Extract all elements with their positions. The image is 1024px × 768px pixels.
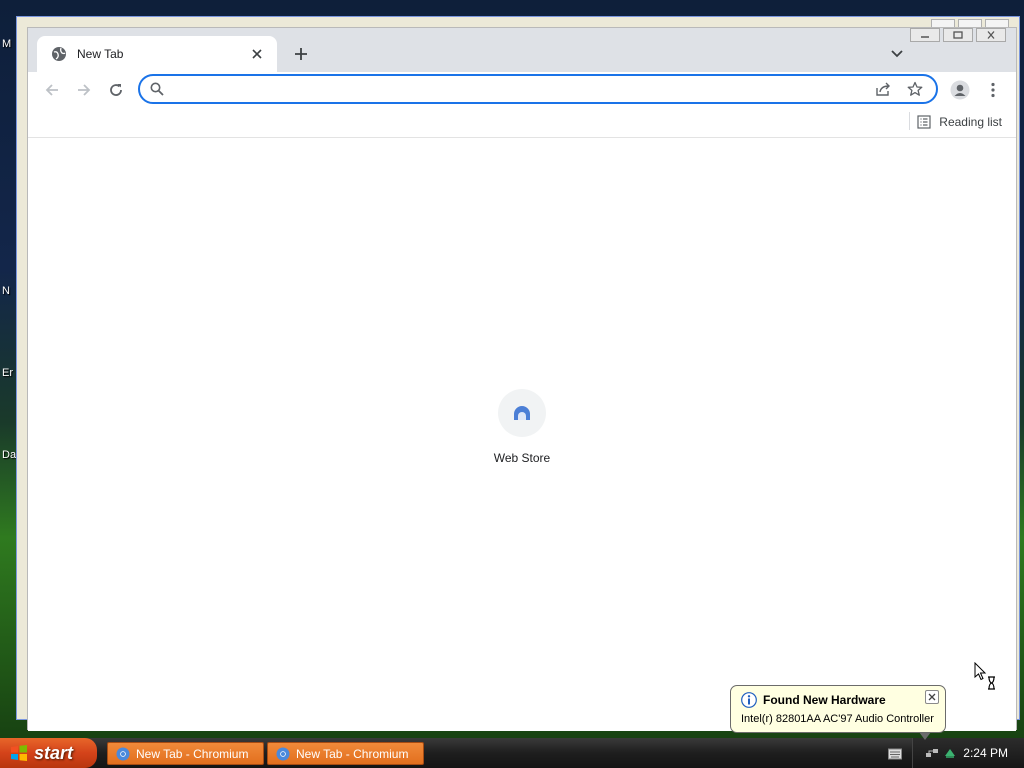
keyboard-icon[interactable] [888, 748, 902, 760]
reload-icon [108, 82, 124, 98]
notification-close-button[interactable] [925, 690, 939, 704]
arrow-right-icon [76, 82, 92, 98]
busy-cursor-icon [974, 661, 996, 690]
new-tab-button[interactable] [290, 43, 312, 65]
close-icon[interactable] [249, 46, 265, 62]
start-button[interactable]: start [0, 738, 97, 768]
shortcut-label: Web Store [493, 451, 551, 465]
new-tab-page: Web Store [28, 139, 1016, 731]
notification-message: Intel(r) 82801AA AC'97 Audio Controller [741, 713, 934, 725]
close-icon [986, 31, 996, 39]
start-label: start [34, 742, 74, 763]
taskbar: start New Tab - Chromium New Tab - Chrom… [0, 738, 1024, 768]
address-input[interactable] [172, 78, 862, 100]
window-controls [910, 28, 1006, 42]
taskbar-button-label: New Tab - Chromium [296, 746, 409, 761]
web-store-icon [512, 405, 532, 421]
address-bar[interactable] [138, 74, 938, 104]
info-icon [741, 692, 757, 708]
bookmark-bar: Reading list [28, 108, 1016, 138]
browser-toolbar [28, 72, 1016, 108]
taskbar-button-chromium[interactable]: New Tab - Chromium [267, 742, 424, 765]
tab-strip: New Tab [28, 28, 1016, 72]
profile-button[interactable] [948, 78, 972, 102]
minimize-button[interactable] [910, 28, 940, 42]
tab-title: New Tab [77, 47, 124, 61]
notification-title: Found New Hardware [763, 693, 886, 707]
clock: 2:24 PM [963, 746, 1008, 760]
reading-list-button[interactable]: Reading list [917, 111, 1002, 133]
back-button[interactable] [40, 78, 64, 102]
restore-icon [953, 31, 963, 39]
plus-icon [294, 47, 308, 61]
notification-tail [919, 732, 931, 740]
notification-header: Found New Hardware [741, 692, 886, 708]
chromium-icon [276, 747, 290, 761]
desktop-icon-label: M [2, 38, 12, 50]
reading-list-label: Reading list [939, 115, 1002, 129]
desktop-icon-label: N [2, 285, 10, 297]
desktop-icon-label: Er [2, 367, 13, 379]
shortcut-web-store[interactable]: Web Store [482, 389, 562, 465]
chromium-icon [116, 747, 130, 761]
close-icon [928, 693, 936, 701]
network-icon[interactable] [925, 746, 939, 760]
reload-button[interactable] [104, 78, 128, 102]
notification-balloon[interactable]: Found New Hardware Intel(r) 82801AA AC'9… [730, 685, 946, 740]
windows-logo-icon [10, 744, 28, 762]
search-icon [150, 82, 164, 96]
tab-new-tab[interactable]: New Tab [37, 36, 277, 72]
forward-button[interactable] [72, 78, 96, 102]
restore-button[interactable] [943, 28, 973, 42]
menu-button[interactable] [981, 78, 1005, 102]
chevron-down-icon [891, 50, 903, 58]
system-tray: 2:24 PM [912, 738, 1024, 768]
tab-search-button[interactable] [886, 43, 908, 65]
globe-icon [51, 46, 67, 62]
arrow-left-icon [44, 82, 60, 98]
person-icon [950, 80, 970, 100]
star-icon[interactable] [904, 78, 926, 100]
reading-list-icon [917, 115, 931, 129]
kebab-menu-icon [991, 82, 995, 98]
divider [909, 112, 910, 130]
desktop-icon-label: Da [2, 449, 17, 461]
taskbar-button-chromium[interactable]: New Tab - Chromium [107, 742, 264, 765]
browser-window: New Tab Reading list Web Store [27, 27, 1017, 731]
close-button[interactable] [976, 28, 1006, 42]
taskbar-button-label: New Tab - Chromium [136, 746, 249, 761]
safely-remove-icon[interactable] [943, 746, 957, 760]
minimize-icon [920, 31, 930, 39]
share-icon[interactable] [872, 78, 894, 100]
shortcut-tile [498, 389, 546, 437]
